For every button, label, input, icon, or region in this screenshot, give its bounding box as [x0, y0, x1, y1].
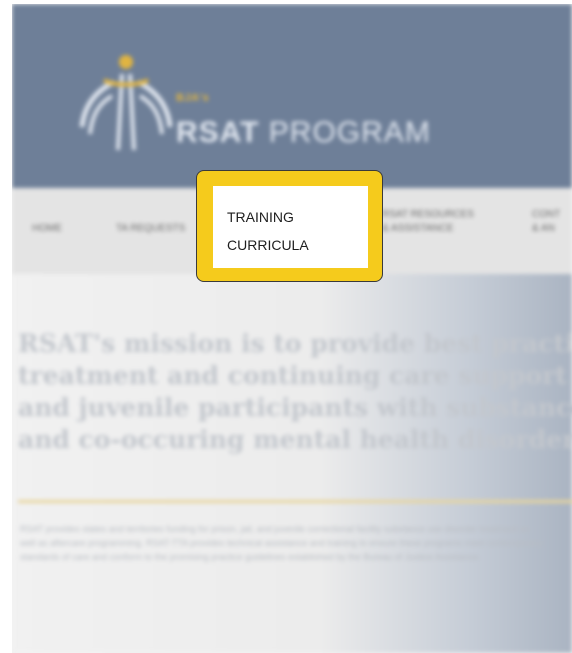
page-frame: BJA's RSAT PROGRAM HOME TA REQUESTS RSAT…	[12, 4, 572, 653]
mission-statement: RSAT's mission is to provide best practi…	[18, 328, 572, 456]
nav-res-line2: & ASSISTANCE	[382, 223, 454, 234]
nav-con-line2: & AN	[532, 223, 555, 234]
nav-item-resources[interactable]: RSAT RESOURCES & ASSISTANCE	[382, 208, 502, 236]
callout-line1: TRAINING	[227, 209, 294, 225]
logo-title[interactable]: RSAT PROGRAM	[176, 116, 431, 150]
nav-item-home[interactable]: HOME	[32, 222, 62, 236]
nav-item-ta-requests[interactable]: TA REQUESTS	[116, 222, 185, 236]
logo-small-text: BJA's	[176, 92, 210, 104]
logo-title-bold: RSAT	[176, 116, 260, 149]
figure-logo-icon	[79, 55, 173, 151]
mission-line: and co-occuring mental health disorder	[18, 425, 572, 454]
mission-line: and juvenile participants with substance	[18, 393, 572, 422]
program-description: RSAT provides states and territories fun…	[20, 524, 542, 562]
mission-line: treatment and continuing care support t	[18, 361, 572, 390]
nav-item-training-curricula[interactable]: TRAINING CURRICULA	[227, 203, 309, 259]
callout-line2: CURRICULA	[227, 237, 309, 253]
highlight-callout: TRAINING CURRICULA	[196, 170, 383, 282]
mission-line: RSAT's mission is to provide best practi…	[18, 329, 572, 358]
hero-section: RSAT's mission is to provide best practi…	[12, 274, 572, 653]
site-header: BJA's RSAT PROGRAM	[12, 4, 572, 188]
nav-con-line1: CONT	[532, 209, 561, 220]
nav-res-line1: RSAT RESOURCES	[382, 209, 474, 220]
nav-item-contact[interactable]: CONT & AN	[532, 208, 572, 236]
gold-divider	[18, 500, 572, 503]
logo-title-rest: PROGRAM	[268, 116, 431, 149]
